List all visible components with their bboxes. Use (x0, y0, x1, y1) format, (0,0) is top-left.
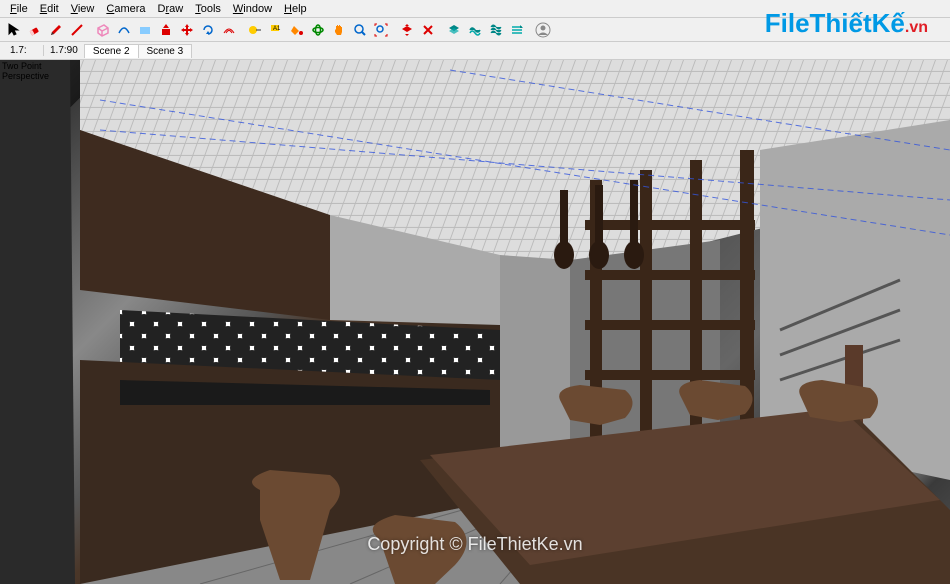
menu-tools[interactable]: Tools (189, 2, 227, 16)
offset-tool[interactable] (219, 20, 239, 40)
viewport-camera-label: Two Point Perspective (2, 62, 49, 82)
tape-tool[interactable] (245, 20, 265, 40)
menu-bar: File Edit View Camera Draw Tools Window … (0, 0, 950, 18)
main-toolbar: A1 (0, 18, 950, 42)
orbit-tool[interactable] (308, 20, 328, 40)
scene-tab-3[interactable]: Scene 3 (138, 44, 193, 58)
menu-window[interactable]: Window (227, 2, 278, 16)
pushpull-tool[interactable] (156, 20, 176, 40)
menu-edit[interactable]: Edit (34, 2, 65, 16)
menu-file[interactable]: File (4, 2, 34, 16)
section-tool[interactable] (397, 20, 417, 40)
measurement-1: 1.7: (4, 45, 44, 56)
rect-tool[interactable] (93, 20, 113, 40)
user-profile[interactable] (533, 20, 553, 40)
text-tool[interactable]: A1 (266, 20, 286, 40)
select-tool[interactable] (4, 20, 24, 40)
scene-tab-2[interactable]: Scene 2 (84, 44, 139, 58)
menu-camera[interactable]: Camera (100, 2, 151, 16)
model-viewport[interactable]: Two Point Perspective (0, 60, 950, 584)
measurement-2: 1.7:90 (44, 45, 85, 56)
styles-tool[interactable] (465, 20, 485, 40)
menu-help[interactable]: Help (278, 2, 313, 16)
menu-draw[interactable]: Draw (152, 2, 190, 16)
arc-tool[interactable] (114, 20, 134, 40)
eraser-tool[interactable] (25, 20, 45, 40)
shape-tool[interactable] (135, 20, 155, 40)
line-tool[interactable] (67, 20, 87, 40)
svg-text:A1: A1 (273, 26, 281, 32)
x-ray-tool[interactable] (418, 20, 438, 40)
shadows-tool[interactable] (486, 20, 506, 40)
fog-tool[interactable] (507, 20, 527, 40)
viewport-render (0, 60, 950, 584)
menu-view[interactable]: View (65, 2, 101, 16)
zoom-extents-tool[interactable] (371, 20, 391, 40)
measurements-bar: 1.7: 1.7:90 Scene 2 Scene 3 (0, 42, 950, 60)
pencil-tool[interactable] (46, 20, 66, 40)
zoom-tool[interactable] (350, 20, 370, 40)
pan-tool[interactable] (329, 20, 349, 40)
paint-bucket-tool[interactable] (287, 20, 307, 40)
layers-tool[interactable] (444, 20, 464, 40)
move-tool[interactable] (177, 20, 197, 40)
rotate-tool[interactable] (198, 20, 218, 40)
